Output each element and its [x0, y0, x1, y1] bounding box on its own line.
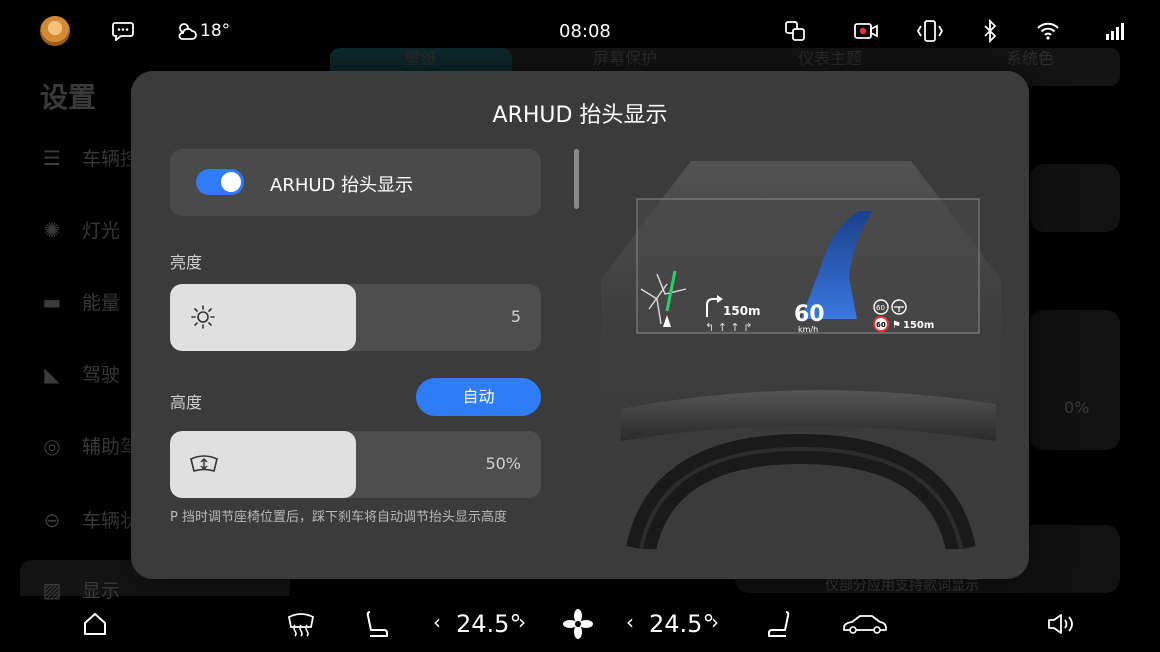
weather-icon: [178, 23, 197, 40]
sidebar-item-vehicle-control[interactable]: ☰ 车辆控: [38, 144, 139, 171]
svg-text:60: 60: [876, 304, 885, 312]
seat-heat-driver-icon[interactable]: [364, 609, 390, 639]
bluetooth-icon[interactable]: [982, 19, 998, 43]
avatar[interactable]: [40, 16, 70, 46]
svg-text:↰ ↑ ↑ ↱: ↰ ↑ ↑ ↱: [705, 321, 752, 334]
sidebar-item-lights[interactable]: ✺ 灯光: [38, 216, 120, 243]
signal-icon: [1106, 23, 1124, 40]
passenger-temp-up[interactable]: ›: [711, 610, 719, 634]
home-icon[interactable]: [82, 611, 108, 637]
hud-speed-unit: km/h: [798, 325, 818, 334]
sidebar-item-label: 驾驶: [82, 364, 121, 386]
vehicle-icon[interactable]: [842, 612, 888, 636]
hud-preview-image: 150m ↰ ↑ ↑ ↱ 60 km/h 60 60 ⚑ 150m: [601, 161, 1001, 549]
hud-speed: 60: [794, 302, 825, 327]
hud-speed-limit: 60: [876, 321, 886, 329]
vibrate-icon[interactable]: [916, 19, 944, 43]
message-icon[interactable]: [112, 21, 134, 41]
steering-icon: ◎: [43, 433, 61, 458]
clock-time: 08:08: [559, 21, 611, 42]
sidebar-item-label: 灯光: [82, 220, 121, 242]
height-label: 高度: [170, 393, 203, 412]
driver-temp: 24.5°: [456, 610, 522, 638]
windshield-height-icon: [190, 455, 218, 473]
sidebar-item-vehicle-status[interactable]: ⊖ 车辆状: [38, 506, 139, 533]
weather-temp: 18°: [200, 21, 231, 41]
arhud-toggle[interactable]: [196, 169, 244, 195]
driver-temp-down[interactable]: ‹: [433, 610, 441, 634]
height-note: P 挡时调节座椅位置后，踩下刹车将自动调节抬头显示高度: [170, 510, 507, 525]
auto-height-button[interactable]: 自动: [416, 378, 541, 416]
sun-icon: [191, 305, 215, 329]
bg-card: 0%: [1030, 310, 1120, 450]
bottom-bar: ‹ 24.5° › ‹ 24.5° ›: [0, 596, 1160, 652]
toggle-knob: [221, 172, 241, 192]
sidebar-item-energy[interactable]: ▬ 能量: [38, 288, 120, 315]
svg-text:⚑: ⚑: [892, 320, 901, 331]
hud-limit-distance: 150m: [903, 320, 934, 331]
scrollbar[interactable]: [574, 149, 579, 209]
car-icon: ◣: [44, 361, 60, 386]
brightness-value: 5: [510, 307, 521, 326]
sidebar-item-driving[interactable]: ◣ 驾驶: [38, 360, 120, 387]
settings-title: 设置: [40, 81, 97, 114]
sidebar-item-assist-driving[interactable]: ◎ 辅助驾: [38, 432, 139, 459]
arhud-toggle-card: ARHUD 抬头显示: [170, 149, 541, 216]
status-icon: ⊖: [43, 507, 61, 532]
arhud-dialog: ARHUD 抬头显示 ARHUD 抬头显示 亮度 5 高度 自动 50% P 挡: [131, 71, 1029, 579]
bg-card: [1030, 164, 1120, 232]
brightness-slider[interactable]: 5: [170, 284, 541, 351]
volume-icon[interactable]: [1046, 612, 1078, 636]
brightness-label: 亮度: [170, 253, 203, 272]
driver-temp-up[interactable]: ›: [518, 610, 526, 634]
dialog-title: ARHUD 抬头显示: [492, 103, 668, 128]
seat-heat-passenger-icon[interactable]: [766, 609, 792, 639]
battery-icon: ▬: [42, 289, 62, 314]
fan-icon[interactable]: [563, 609, 593, 639]
wifi-icon[interactable]: [1036, 21, 1060, 41]
light-icon: ✺: [43, 217, 61, 242]
toggle-label: ARHUD 抬头显示: [270, 175, 414, 196]
passenger-temp: 24.5°: [649, 610, 715, 638]
hud-turn-distance: 150m: [723, 304, 761, 318]
height-slider[interactable]: 50%: [170, 431, 541, 498]
record-icon[interactable]: [854, 22, 878, 40]
sidebar-item-label: 能量: [82, 292, 121, 314]
bg-percent: 0%: [1064, 398, 1090, 417]
screen-mirror-icon[interactable]: [784, 20, 806, 42]
toggle-icon: ☰: [43, 145, 61, 170]
height-value: 50%: [485, 454, 521, 473]
passenger-temp-down[interactable]: ‹: [626, 610, 634, 634]
rear-defrost-icon[interactable]: [286, 611, 316, 637]
